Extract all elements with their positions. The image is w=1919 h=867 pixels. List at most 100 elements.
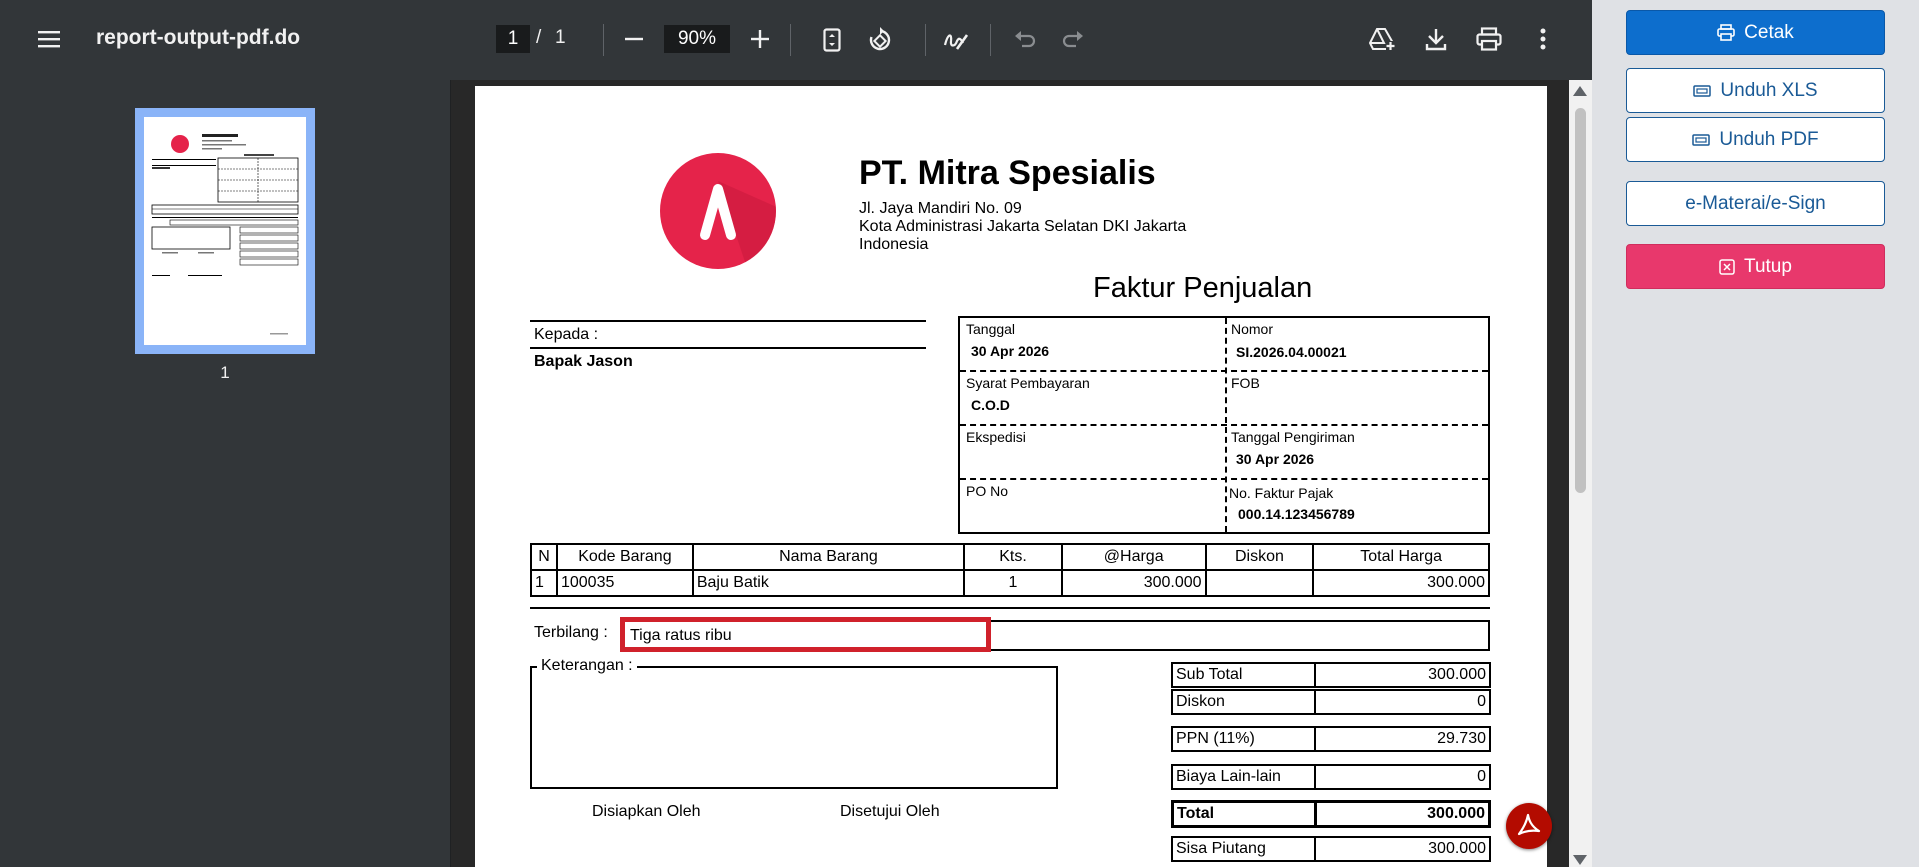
redo-icon[interactable] <box>1060 26 1086 52</box>
total-value: 300.000 <box>1427 805 1485 822</box>
company-name: PT. Mitra Spesialis <box>859 154 1156 192</box>
invoice-title: Faktur Penjualan <box>1093 272 1313 304</box>
column-header: Diskon <box>1204 543 1315 571</box>
address-line: Kota Administrasi Jakarta Selatan DKI Ja… <box>859 218 1187 235</box>
other-costs-row: Biaya Lain-lain 0 <box>1171 764 1491 790</box>
sidebar-divider <box>450 80 451 867</box>
e-materai-button[interactable]: e-Materai/e-Sign <box>1626 181 1885 226</box>
action-panel: Cetak Unduh XLS Unduh PDF e-Materai/e-Si… <box>1592 0 1919 867</box>
column-header: Total Harga <box>1312 543 1490 571</box>
customer-name: Bapak Jason <box>534 353 633 370</box>
scrollbar-thumb[interactable] <box>1575 108 1586 493</box>
payment-terms-value: C.O.D <box>971 397 1010 413</box>
page-thumbnail[interactable] <box>135 108 315 354</box>
page-total: 1 <box>555 27 566 48</box>
column-header: Kode Barang <box>555 543 694 571</box>
acrobat-icon[interactable] <box>1506 803 1552 849</box>
print-icon[interactable] <box>1475 25 1503 53</box>
amount-in-words-value: Tiga ratus ribu <box>630 627 732 644</box>
table-cell: 300.000 <box>1060 569 1207 597</box>
file-icon <box>1692 132 1711 148</box>
invoice-info-box: Tanggal 30 Apr 2026 Nomor SI.2026.04.000… <box>958 316 1490 534</box>
more-options-icon[interactable] <box>1533 25 1553 53</box>
column-header: Kts. <box>963 543 1063 571</box>
download-xls-label: Unduh XLS <box>1720 79 1818 101</box>
download-xls-button[interactable]: Unduh XLS <box>1626 68 1885 113</box>
fob-label: FOB <box>1231 375 1260 391</box>
pdf-page: PT. Mitra Spesialis Jl. Jaya Mandiri No.… <box>475 86 1547 867</box>
tax-invoice-label: No. Faktur Pajak <box>1229 485 1334 501</box>
table-cell: 1 <box>530 569 558 597</box>
rotate-icon[interactable] <box>866 26 894 54</box>
print-button[interactable]: Cetak <box>1626 10 1885 55</box>
toolbar-divider <box>925 24 926 56</box>
thumbnail-page-number: 1 <box>220 363 230 382</box>
receivable-label: Sisa Piutang <box>1173 838 1316 860</box>
total-label: Total <box>1174 803 1317 825</box>
shipping-date-label: Tanggal Pengiriman <box>1231 429 1355 445</box>
payment-terms-label: Syarat Pembayaran <box>966 375 1090 391</box>
table-cell: Baju Batik <box>691 569 966 597</box>
divider <box>530 347 926 349</box>
column-header: @Harga <box>1060 543 1207 571</box>
scroll-down-icon[interactable] <box>1573 855 1587 865</box>
zoom-in-icon[interactable] <box>748 26 772 52</box>
divider <box>530 607 1490 609</box>
total-row: Total 300.000 <box>1171 800 1491 828</box>
date-value: 30 Apr 2026 <box>971 343 1050 359</box>
page-separator: / <box>536 27 542 48</box>
number-label: Nomor <box>1231 321 1274 337</box>
shipping-date-value: 30 Apr 2026 <box>1236 451 1315 467</box>
subtotal-value: 300.000 <box>1428 666 1486 683</box>
subtotal-label: Sub Total <box>1173 664 1316 686</box>
toolbar-divider <box>790 24 791 56</box>
fit-page-icon[interactable] <box>820 26 844 54</box>
items-table: N Kode Barang Nama Barang Kts. @Harga Di… <box>530 543 1490 597</box>
page-number-input[interactable]: 1 <box>496 25 530 53</box>
divider <box>960 478 1488 480</box>
recipient-label: Kepada : <box>534 326 599 343</box>
save-to-drive-icon[interactable] <box>1368 25 1396 53</box>
close-button-label: Tutup <box>1744 255 1792 277</box>
discount-label: Diskon <box>1173 691 1316 713</box>
notes-label: Keterangan : <box>537 657 637 675</box>
number-value: SI.2026.04.00021 <box>1236 344 1347 360</box>
table-cell: 300.000 <box>1312 569 1490 597</box>
print-button-label: Cetak <box>1744 21 1794 43</box>
column-header: Nama Barang <box>691 543 966 571</box>
address-line: Jl. Jaya Mandiri No. 09 <box>859 200 1022 217</box>
close-icon <box>1719 258 1735 275</box>
receivable-value: 300.000 <box>1428 840 1486 857</box>
column-header: N <box>530 543 558 571</box>
close-button[interactable]: Tutup <box>1626 244 1885 289</box>
vat-value: 29.730 <box>1437 730 1486 747</box>
amount-in-words-label: Terbilang : <box>534 624 608 641</box>
prepared-by-label: Disiapkan Oleh <box>592 803 701 820</box>
zoom-out-icon[interactable] <box>622 26 646 52</box>
other-costs-label: Biaya Lain-lain <box>1173 766 1316 788</box>
discount-row: Diskon 0 <box>1171 689 1491 715</box>
subtotal-row: Sub Total 300.000 <box>1171 662 1491 688</box>
table-cell: 1 <box>963 569 1063 597</box>
menu-icon[interactable] <box>36 26 62 52</box>
table-cell <box>1204 569 1315 597</box>
download-icon[interactable] <box>1423 25 1449 53</box>
zoom-level-input[interactable]: 90% <box>664 25 730 53</box>
divider <box>960 370 1488 372</box>
vat-row: PPN (11%) 29.730 <box>1171 726 1491 752</box>
e-materai-label: e-Materai/e-Sign <box>1685 192 1826 214</box>
scroll-up-icon[interactable] <box>1573 86 1587 96</box>
notes-box <box>530 666 1058 789</box>
download-pdf-label: Unduh PDF <box>1719 128 1819 150</box>
annotate-pen-icon[interactable] <box>942 26 970 54</box>
address-line: Indonesia <box>859 236 929 253</box>
toolbar-divider <box>990 24 991 56</box>
document-title: report-output-pdf.do <box>96 26 301 49</box>
undo-icon[interactable] <box>1012 26 1038 52</box>
toolbar-divider <box>603 24 604 56</box>
viewer-toolbar: report-output-pdf.do 1 / 1 90% <box>0 0 1592 80</box>
expedition-label: Ekspedisi <box>966 429 1026 445</box>
download-pdf-button[interactable]: Unduh PDF <box>1626 117 1885 162</box>
other-costs-value: 0 <box>1477 768 1486 785</box>
table-row: 1 100035 Baju Batik 1 300.000 300.000 <box>530 569 1490 597</box>
